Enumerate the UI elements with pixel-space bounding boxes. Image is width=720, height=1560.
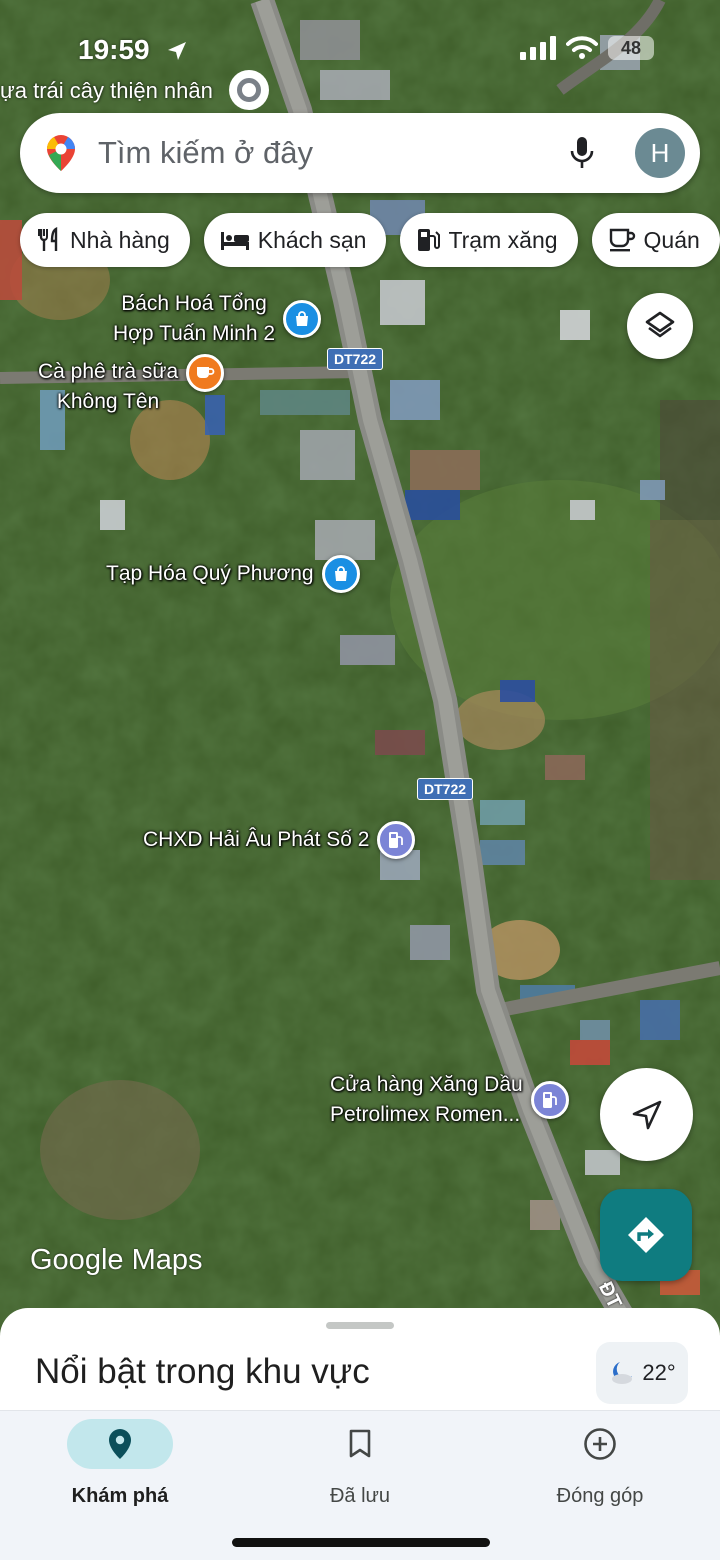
shopping-bag-icon	[321, 555, 360, 593]
explore-pin-icon	[109, 1429, 131, 1459]
poi-label: Tạp Hóa Quý Phương	[106, 562, 314, 585]
poi-chxd-hai-au-phat[interactable]: CHXD Hải Âu Phát Số 2	[143, 821, 416, 859]
poi-tap-hoa-quy-phuong[interactable]: Tạp Hóa Quý Phương	[106, 555, 360, 593]
status-time: 19:59	[78, 34, 150, 65]
home-indicator[interactable]	[232, 1538, 490, 1547]
nav-pill	[307, 1419, 413, 1469]
nav-pill	[67, 1419, 173, 1469]
chip-label: Khách sạn	[257, 226, 367, 253]
signal-icon	[520, 36, 556, 60]
layers-icon	[645, 311, 675, 338]
poi-label: Bách Hoá Tổng Hợp Tuấn Minh 2	[113, 292, 276, 345]
sheet-title: Nổi bật trong khu vực	[35, 1352, 370, 1391]
category-chips: Nhà hàng Khách sạn Trạm xăng Quán	[20, 213, 720, 267]
weather-temp: 22°	[642, 1360, 676, 1385]
coffee-cup-icon	[609, 228, 635, 252]
status-icons: 48	[520, 36, 654, 60]
location-arrow-icon	[168, 42, 186, 60]
chip-label: Trạm xăng	[448, 226, 558, 253]
gas-pump-icon	[418, 229, 441, 251]
google-maps-brand: Google Maps	[30, 1244, 203, 1276]
gas-station-icon	[530, 1081, 569, 1119]
place-label-top: ựa trái cây thiện nhân	[0, 78, 213, 103]
chip-hotels[interactable]: Khách sạn	[203, 213, 387, 267]
chip-restaurants[interactable]: Nhà hàng	[20, 213, 190, 267]
poi-bach-hoa-tuan-minh[interactable]: Bách Hoá Tổng Hợp Tuấn Minh 2	[113, 289, 322, 349]
avatar[interactable]: H	[635, 128, 685, 178]
microphone-icon[interactable]	[569, 136, 595, 170]
shopping-bag-icon	[283, 300, 322, 338]
search-input[interactable]: Tìm kiếm ở đây	[98, 135, 569, 171]
cloudy-night-icon	[612, 1362, 633, 1384]
my-location-button[interactable]	[600, 1068, 693, 1161]
tab-explore[interactable]: Khám phá	[0, 1411, 240, 1531]
road-badge: DT722	[417, 778, 474, 800]
weather-chip[interactable]: 22°	[596, 1342, 688, 1404]
chip-label: Nhà hàng	[70, 226, 170, 253]
chip-cafes[interactable]: Quán	[591, 213, 720, 267]
nav-pill	[547, 1419, 653, 1469]
coffee-cup-icon	[186, 354, 225, 392]
tab-saved[interactable]: Đã lưu	[240, 1411, 480, 1531]
gas-station-icon	[377, 821, 416, 859]
place-pin-icon[interactable]	[229, 70, 269, 110]
bookmark-icon	[349, 1429, 371, 1458]
nav-label: Đã lưu	[329, 1485, 391, 1507]
chip-gas-stations[interactable]: Trạm xăng	[400, 213, 578, 267]
wifi-icon	[566, 36, 598, 59]
poi-label: Cà phê trà sữa Không Tên	[38, 360, 179, 413]
sheet-drag-handle[interactable]	[326, 1322, 394, 1329]
bed-icon	[220, 232, 249, 250]
google-maps-logo-icon	[47, 135, 75, 171]
directions-button[interactable]	[600, 1189, 692, 1281]
add-circle-icon	[584, 1428, 616, 1460]
battery-indicator: 48	[608, 36, 654, 60]
fork-knife-icon	[38, 227, 58, 251]
search-bar[interactable]: Tìm kiếm ở đây H	[20, 113, 700, 193]
directions-icon	[628, 1217, 664, 1253]
poi-label: CHXD Hải Âu Phát Số 2	[143, 828, 370, 851]
poi-petrolimex-romen[interactable]: Cửa hàng Xăng Dầu Petrolimex Romen...	[330, 1070, 569, 1130]
poi-label: Cửa hàng Xăng Dầu Petrolimex Romen...	[330, 1073, 523, 1126]
poi-ca-phe-khong-ten[interactable]: Cà phê trà sữa Không Tên	[38, 354, 225, 417]
navigation-arrow-icon	[632, 1100, 661, 1129]
chip-label: Quán	[643, 226, 700, 253]
road-badge: DT722	[327, 348, 384, 370]
bottom-sheet[interactable]: Nổi bật trong khu vực 22°	[0, 1308, 720, 1418]
tab-contribute[interactable]: Đóng góp	[480, 1411, 720, 1531]
nav-label: Khám phá	[71, 1485, 169, 1507]
layers-button[interactable]	[627, 293, 693, 359]
nav-label: Đóng góp	[556, 1485, 644, 1507]
